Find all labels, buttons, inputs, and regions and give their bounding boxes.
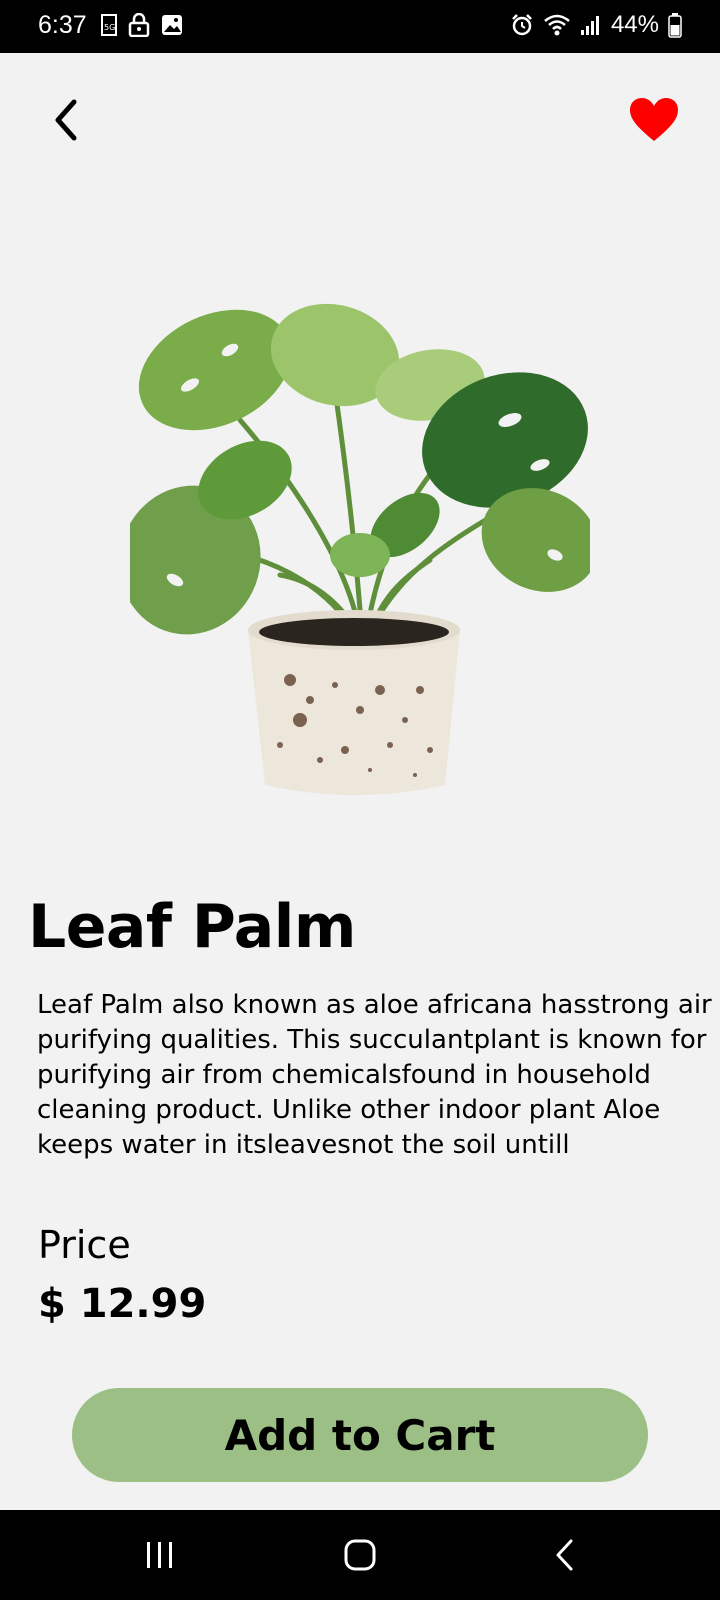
wifi-icon <box>544 14 570 36</box>
product-description: Leaf Palm also known as aloe africana ha… <box>37 990 712 1160</box>
home-button[interactable] <box>330 1532 390 1578</box>
back-icon <box>556 1539 573 1571</box>
heart-icon <box>630 98 678 141</box>
status-bar: 6:37 5G 44% <box>0 0 720 53</box>
back-button[interactable] <box>40 90 92 150</box>
back-arrow-icon <box>55 99 77 141</box>
battery-icon <box>668 13 682 38</box>
plant-illustration <box>119 303 599 795</box>
status-left-icons: 5G <box>100 13 184 37</box>
recent-apps-icon <box>147 1542 172 1568</box>
signal-icon <box>580 16 599 35</box>
favorite-button[interactable] <box>624 92 684 148</box>
product-image <box>119 290 599 820</box>
status-time: 6:37 <box>38 11 87 39</box>
sim-icon: 5G <box>101 14 117 36</box>
price-label: Price <box>38 1223 131 1267</box>
price-value: $ 12.99 <box>38 1281 207 1327</box>
alarm-icon <box>512 14 532 36</box>
system-nav-bar <box>0 1510 720 1600</box>
home-icon <box>344 1539 376 1571</box>
recent-apps-button[interactable] <box>130 1532 190 1578</box>
image-icon <box>162 15 182 35</box>
svg-text:5G: 5G <box>104 23 115 32</box>
lock-icon <box>128 13 150 37</box>
product-title: Leaf Palm <box>28 892 356 962</box>
system-back-button[interactable] <box>535 1532 595 1578</box>
status-right: 44% <box>510 11 682 39</box>
battery-percent: 44% <box>610 11 659 38</box>
add-to-cart-button[interactable]: Add to Cart <box>72 1388 648 1482</box>
